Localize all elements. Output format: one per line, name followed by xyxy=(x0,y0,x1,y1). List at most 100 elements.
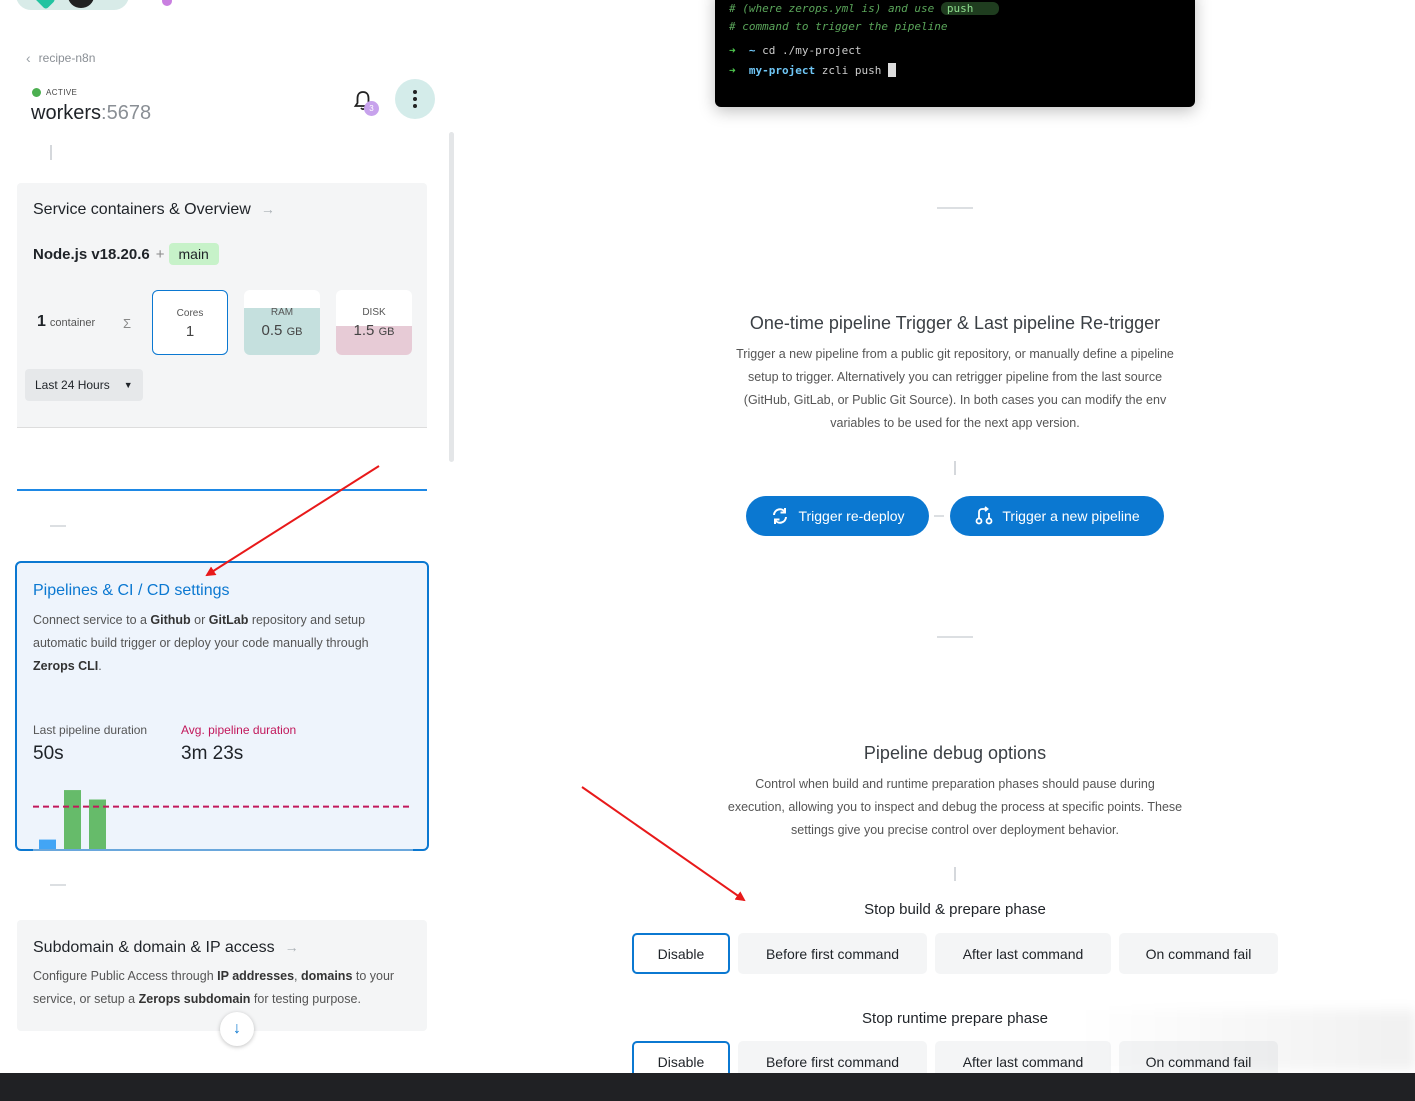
kebab-menu-icon xyxy=(413,89,417,110)
cores-metric[interactable]: Cores 1 xyxy=(152,290,228,355)
notification-count-badge: 3 xyxy=(364,101,379,116)
app-root: ‹ recipe-n8n ACTIVE workers:5678 3 Servi… xyxy=(0,0,1415,1101)
redeploy-label: Trigger re-deploy xyxy=(798,508,905,524)
overview-title-text: Service containers & Overview xyxy=(33,201,251,218)
pipeline-duration-chart xyxy=(33,790,413,851)
more-options-button[interactable] xyxy=(395,79,435,119)
build-option-disable[interactable]: Disable xyxy=(632,933,730,974)
trigger-section-description: Trigger a new pipeline from a public git… xyxy=(736,347,1174,430)
subdomain-desc-text: for testing purpose. xyxy=(250,992,361,1006)
service-name: workers xyxy=(31,102,102,124)
runtime-info: Node.js v18.20.6 + main xyxy=(33,243,219,265)
terminal-comment: # (where zerops.yml is) and use xyxy=(729,2,941,15)
time-range-select[interactable]: Last 24 Hours ▼ xyxy=(25,369,143,401)
build-option-before-first[interactable]: Before first command xyxy=(738,933,927,974)
connector-line xyxy=(954,461,956,475)
plus-icon: + xyxy=(155,245,165,263)
pipeline-bar xyxy=(39,839,56,849)
connector-dash xyxy=(50,884,66,886)
top-badge-icon xyxy=(160,0,174,8)
avg-pipeline-label: Avg. pipeline duration xyxy=(181,723,297,737)
cores-value: 1 xyxy=(185,323,195,340)
trigger-redeploy-button[interactable]: Trigger re-deploy xyxy=(746,496,929,536)
terminal-push-highlight: push xyxy=(940,2,1000,15)
last-pipeline-label: Last pipeline duration xyxy=(33,723,148,737)
trigger-new-pipeline-button[interactable]: Trigger a new pipeline xyxy=(950,496,1164,536)
build-option-on-fail[interactable]: On command fail xyxy=(1119,933,1278,974)
taskbar xyxy=(0,1073,1415,1101)
disk-unit: GB xyxy=(378,326,395,338)
pipeline-bar xyxy=(64,790,81,849)
terminal-command: zcli push xyxy=(815,64,888,77)
branch-tag: main xyxy=(168,243,219,265)
service-port: :5678 xyxy=(101,102,152,124)
subdomain-desc-ip: IP addresses xyxy=(217,969,295,983)
breadcrumb-project[interactable]: recipe-n8n xyxy=(39,51,96,65)
connector-line xyxy=(50,145,52,160)
pipelines-desc-github: Github xyxy=(150,613,191,627)
terminal-line: # command to trigger the pipeline xyxy=(729,20,948,33)
pipelines-card-title[interactable]: Pipelines & CI / CD settings xyxy=(33,582,230,600)
overview-card-title[interactable]: Service containers & Overview → xyxy=(33,201,275,219)
status-label: ACTIVE xyxy=(46,88,78,97)
ram-label: RAM xyxy=(270,307,294,318)
disk-label: DISK xyxy=(362,307,386,318)
section-divider xyxy=(937,207,973,209)
subdomain-title-text: Subdomain & domain & IP access xyxy=(33,939,275,956)
breadcrumb[interactable]: ‹ recipe-n8n xyxy=(26,50,95,66)
new-pipeline-label: Trigger a new pipeline xyxy=(1002,508,1140,524)
sum-icon: Σ xyxy=(123,316,132,331)
subdomain-card[interactable]: Subdomain & domain & IP access → Configur… xyxy=(17,920,427,1031)
pipelines-desc-text: Connect service to a xyxy=(33,613,151,627)
subdomain-card-title[interactable]: Subdomain & domain & IP access → xyxy=(33,939,299,957)
project-avatars[interactable] xyxy=(16,0,129,10)
pipelines-card[interactable]: Pipelines & CI / CD settings Connect ser… xyxy=(15,561,429,851)
subdomain-desc-subdomain: Zerops subdomain xyxy=(138,992,251,1006)
terminal-cursor xyxy=(887,63,896,77)
pipelines-desc-text: . xyxy=(98,659,102,673)
disk-metric[interactable]: DISK 1.5 GB xyxy=(336,290,412,355)
annotation-arrow xyxy=(581,786,746,902)
terminal-prompt: ~ xyxy=(748,44,756,57)
prompt-arrow-icon: ➜ xyxy=(729,64,736,77)
terminal-command: cd ./my-project xyxy=(755,44,862,57)
connector-dash xyxy=(934,515,944,517)
pipelines-desc-gitlab: GitLab xyxy=(208,613,249,627)
terminal-prompt: my-project xyxy=(748,64,816,77)
subdomain-card-description: Configure Public Access through IP addre… xyxy=(33,965,403,1011)
build-option-after-last[interactable]: After last command xyxy=(935,933,1111,974)
debug-section-description: Control when build and runtime preparati… xyxy=(727,777,1183,837)
sidebar-scrollbar[interactable] xyxy=(449,132,454,462)
runtime-version: Node.js v18.20.6 xyxy=(33,245,150,263)
avg-pipeline-value: 3m 23s xyxy=(181,743,244,764)
arrow-right-icon: → xyxy=(260,201,275,217)
pipelines-desc-text: or xyxy=(190,613,209,627)
toast-shadow xyxy=(1075,1010,1415,1070)
user-avatar xyxy=(68,0,94,8)
last-pipeline-value: 50s xyxy=(33,743,64,764)
page-title: workers:5678 xyxy=(31,102,151,125)
subdomain-desc-text: , xyxy=(294,969,301,983)
status-dot-icon xyxy=(32,88,41,97)
connector-dash xyxy=(50,525,66,527)
refresh-icon xyxy=(773,508,788,524)
subdomain-desc-text: Configure Public Access through xyxy=(33,969,218,983)
disk-value: 1.5 GB xyxy=(336,322,412,339)
status-badge: ACTIVE xyxy=(32,88,77,97)
ram-metric[interactable]: RAM 0.5 GB xyxy=(244,290,320,355)
service-overview-card[interactable]: Service containers & Overview → Node.js v… xyxy=(17,183,427,491)
ram-unit: GB xyxy=(286,326,303,338)
terminal-line: ➜ my-project zcli push xyxy=(729,63,896,77)
notifications-button[interactable]: 3 xyxy=(350,88,379,116)
container-count-label: container xyxy=(49,317,96,329)
arrow-right-icon: → xyxy=(284,939,299,955)
zerops-logo-icon xyxy=(30,0,56,10)
arrow-down-icon: ↓ xyxy=(233,1020,241,1037)
pipelines-desc-cli: Zerops CLI xyxy=(33,659,99,673)
scroll-down-button[interactable]: ↓ xyxy=(220,1012,254,1046)
section-divider xyxy=(937,636,973,638)
chevron-left-icon: ‹ xyxy=(26,50,31,66)
terminal-line: ➜ ~ cd ./my-project xyxy=(729,44,861,57)
ram-value-number: 0.5 xyxy=(261,322,283,339)
prompt-arrow-icon: ➜ xyxy=(729,44,736,57)
